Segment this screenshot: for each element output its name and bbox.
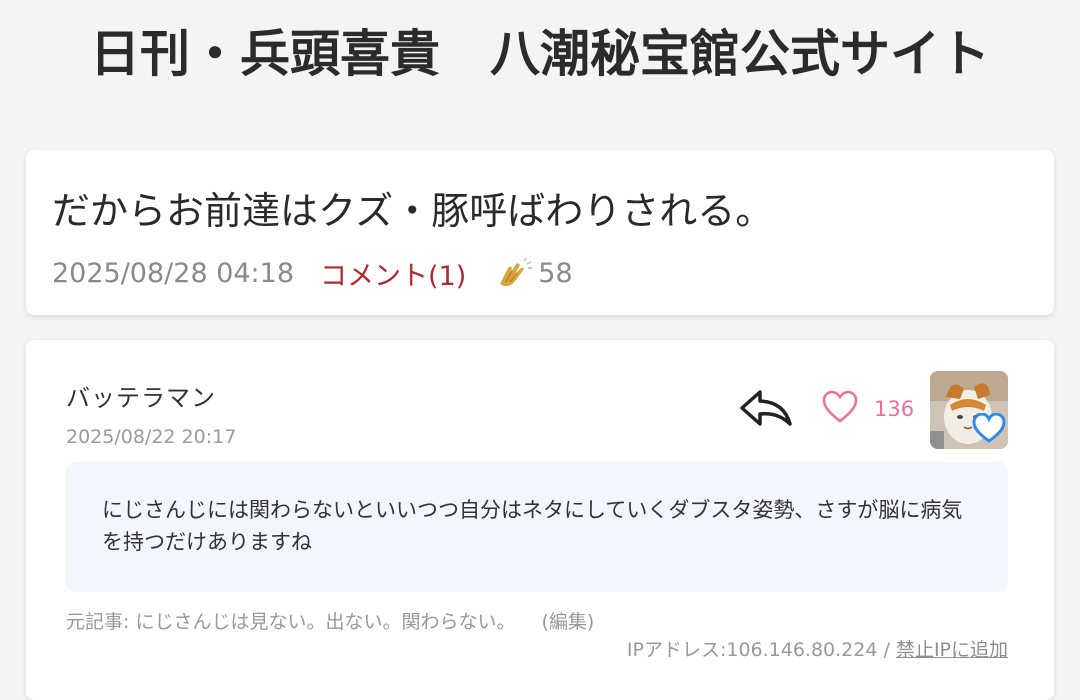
ip-line: IPアドレス:106.146.80.224 / 禁止IPに追加	[627, 635, 1008, 662]
comment-body: にじさんじには関わらないといいつつ自分はネタにしていくダブスタ姿勢、さすが脳に病…	[66, 462, 1008, 592]
source-article-link[interactable]: にじさんじは見ない。出ない。関わらない。	[135, 611, 515, 633]
clap-count: 58	[538, 258, 573, 289]
comment-card: バッテラマン 2025/08/22 20:17 136 にじさんじには関わらない…	[26, 340, 1054, 700]
comments-link[interactable]: コメント(1)	[320, 254, 466, 293]
article-meta: 2025/08/28 04:18 コメント(1) 58	[52, 254, 573, 293]
article-title[interactable]: だからお前達はクズ・豚呼ばわりされる。	[52, 180, 773, 235]
article-date: 2025/08/28 04:18	[52, 258, 295, 289]
separator: /	[877, 639, 896, 661]
heart-outline-icon	[822, 390, 858, 428]
reply-arrow-icon[interactable]	[738, 388, 794, 432]
ip-address: IPアドレス:106.146.80.224	[626, 639, 878, 661]
like-count: 136	[874, 397, 915, 421]
source-article: 元記事: にじさんじは見ない。出ない。関わらない。 (編集)	[66, 608, 606, 636]
clap-icon	[494, 257, 533, 290]
edit-link[interactable]: (編集)	[541, 611, 594, 633]
clap-button[interactable]: 58	[494, 257, 573, 290]
avatar[interactable]	[930, 371, 1008, 449]
site-title[interactable]: 日刊・兵頭喜貴 八潮秘宝館公式サイト	[0, 14, 1080, 86]
comment-date: 2025/08/22 20:17	[66, 426, 237, 448]
ban-ip-link[interactable]: 禁止IPに追加	[896, 639, 1008, 661]
like-button[interactable]: 136	[822, 390, 914, 428]
heart-badge-icon	[972, 412, 1006, 447]
article-card: だからお前達はクズ・豚呼ばわりされる。 2025/08/28 04:18 コメン…	[26, 150, 1054, 315]
source-prefix: 元記事:	[66, 611, 136, 633]
comment-author: バッテラマン	[66, 384, 216, 412]
